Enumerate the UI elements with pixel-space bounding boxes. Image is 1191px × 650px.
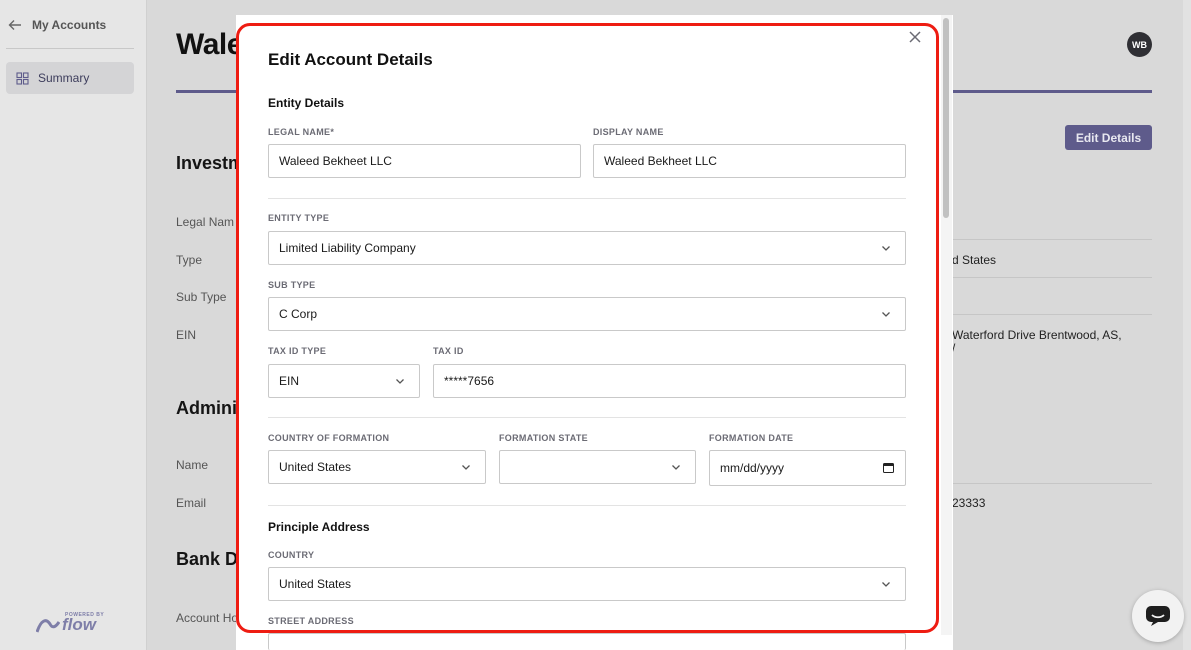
avatar[interactable]: WB	[1127, 32, 1152, 57]
back-to-accounts-link[interactable]: My Accounts	[8, 18, 106, 32]
edit-details-button[interactable]: Edit Details	[1065, 125, 1152, 150]
street-address-input[interactable]	[268, 633, 906, 650]
edit-account-modal	[236, 15, 953, 650]
chevron-down-icon	[882, 312, 890, 317]
arrow-left-icon	[8, 20, 21, 30]
legal-name-input[interactable]: Waleed Bekheet LLC	[268, 144, 581, 178]
tax-id-label: TAX ID	[433, 346, 464, 356]
calendar-icon[interactable]	[883, 462, 894, 473]
entity-type-label: ENTITY TYPE	[268, 213, 330, 223]
grid-icon	[16, 71, 29, 85]
sub-type-value: C Corp	[279, 307, 318, 321]
row-label: Account Ho	[176, 611, 239, 625]
country-formation-value: United States	[279, 460, 352, 474]
row-label: Type	[176, 253, 203, 267]
back-label: My Accounts	[32, 18, 107, 32]
row-value: d States	[952, 253, 997, 267]
chevron-down-icon	[672, 465, 680, 470]
country-formation-label: COUNTRY OF FORMATION	[268, 433, 390, 443]
display-name-input[interactable]: Waleed Bekheet LLC	[593, 144, 906, 178]
page-title: Wale	[176, 28, 243, 61]
page-scrollbar[interactable]	[1183, 0, 1191, 650]
sidebar-item-summary[interactable]: Summary	[6, 62, 134, 94]
sub-type-label: SUB TYPE	[268, 280, 316, 290]
close-icon[interactable]	[907, 29, 923, 45]
divider	[268, 505, 906, 506]
row-label: Legal Nam	[176, 215, 235, 229]
tax-id-type-label: TAX ID TYPE	[268, 346, 327, 356]
entity-type-value: Limited Liability Company	[279, 241, 416, 255]
row-divider	[928, 314, 1152, 315]
divider	[268, 417, 906, 418]
principle-address-heading: Principle Address	[268, 520, 370, 534]
entity-type-select[interactable]: Limited Liability Company	[268, 231, 906, 265]
sidebar-item-label: Summary	[38, 71, 90, 85]
sub-type-select[interactable]: C Corp	[268, 297, 906, 331]
row-label: Name	[176, 458, 209, 472]
section-admin-heading: Admini	[176, 398, 237, 418]
row-label: EIN	[176, 328, 197, 342]
tax-id-type-value: EIN	[279, 374, 300, 388]
display-name-label: DISPLAY NAME	[593, 127, 664, 137]
tax-id-type-select[interactable]: EIN	[268, 364, 420, 398]
formation-state-select[interactable]	[499, 450, 696, 484]
row-label: Email	[176, 496, 207, 510]
formation-date-label: FORMATION DATE	[709, 433, 794, 443]
country-formation-select[interactable]: United States	[268, 450, 486, 484]
chevron-down-icon	[882, 246, 890, 251]
row-divider	[928, 239, 1152, 240]
chevron-down-icon	[462, 465, 470, 470]
row-divider	[928, 277, 1152, 278]
divider	[268, 198, 906, 199]
street-address-label: STREET ADDRESS	[268, 616, 354, 626]
brand-name: flow	[62, 615, 96, 634]
chat-bubble-icon	[1146, 606, 1170, 626]
formation-date-value: mm/dd/yyyy	[720, 461, 785, 475]
country-select[interactable]: United States	[268, 567, 906, 601]
country-label: COUNTRY	[268, 550, 315, 560]
formation-state-label: FORMATION STATE	[499, 433, 588, 443]
entity-details-heading: Entity Details	[268, 96, 345, 110]
chevron-down-icon	[396, 379, 404, 384]
flow-wave-icon	[36, 619, 60, 633]
chevron-down-icon	[882, 582, 890, 587]
chat-launcher-button[interactable]	[1132, 590, 1184, 642]
modal-title: Edit Account Details	[268, 50, 433, 69]
row-value: Waterford Drive Brentwood, AS,	[952, 328, 1122, 342]
row-divider	[928, 483, 1152, 484]
formation-date-input[interactable]: mm/dd/yyyy	[709, 450, 906, 486]
tax-id-input[interactable]: *****7656	[433, 364, 906, 398]
section-investment-heading: Investm	[176, 153, 245, 173]
modal-scrollbar-thumb[interactable]	[943, 18, 949, 218]
sidebar: My Accounts Summary POWERED BY flow	[0, 0, 147, 650]
country-value: United States	[279, 577, 352, 591]
sidebar-divider	[6, 48, 134, 49]
row-label: Sub Type	[176, 290, 227, 304]
legal-name-label: LEGAL NAME*	[268, 127, 335, 137]
row-value: 23333	[952, 496, 986, 510]
